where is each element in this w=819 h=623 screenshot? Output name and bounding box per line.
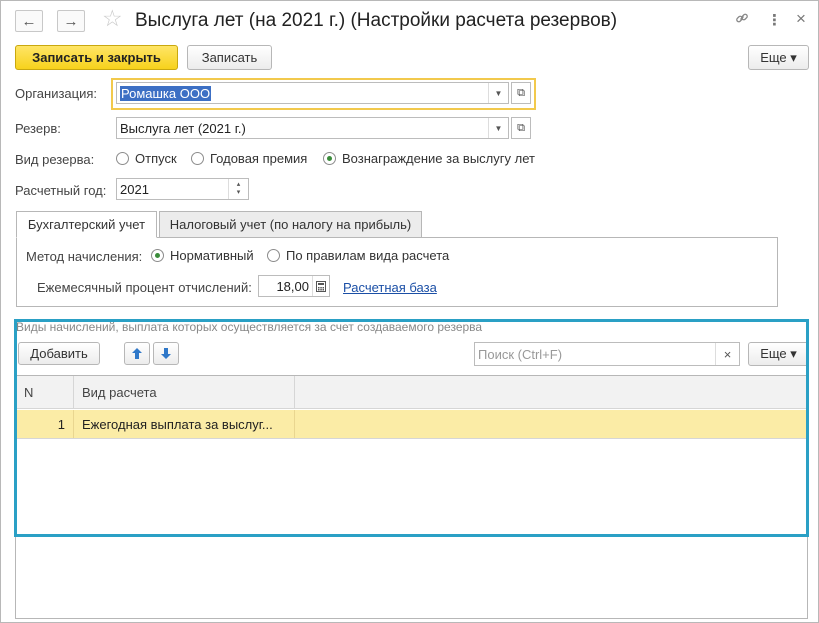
calc-base-link[interactable]: Расчетная база (343, 280, 437, 295)
method-label: Метод начисления: (26, 249, 143, 264)
arrow-left-icon: ← (21, 12, 37, 30)
monthly-percent-value: 18,00 (276, 278, 309, 294)
form-window: ← → ☆ Выслуга лет (на 2021 г.) (Настройк… (0, 0, 819, 623)
calc-year-label: Расчетный год: (15, 183, 107, 198)
radio-selected-icon (323, 152, 336, 165)
reserve-field[interactable]: Выслуга лет (2021 г.) ▼ (116, 117, 509, 139)
chevron-down-icon[interactable]: ▼ (488, 83, 508, 103)
reserve-label: Резерв: (15, 121, 61, 136)
radio-annual-bonus[interactable]: Годовая премия (191, 151, 307, 166)
save-button[interactable]: Записать (187, 45, 272, 70)
calc-year-field[interactable]: 2021 ▴ ▾ (116, 178, 249, 200)
highlight-frame (14, 319, 809, 537)
organization-label: Организация: (15, 86, 98, 101)
tab-tax-accounting[interactable]: Налоговый учет (по налогу на прибыль) (159, 211, 422, 238)
radio-circle-icon (191, 152, 204, 165)
star-icon[interactable]: ☆ (102, 7, 123, 30)
radio-selected-icon (151, 249, 164, 262)
more-button[interactable]: Еще ▾ (748, 45, 809, 70)
year-stepper-icon[interactable]: ▴ ▾ (228, 179, 248, 199)
reserve-value: Выслуга лет (2021 г.) (120, 120, 246, 136)
radio-circle-icon (116, 152, 129, 165)
monthly-percent-field[interactable]: 18,00 (258, 275, 330, 297)
forward-button[interactable]: → (57, 10, 85, 32)
kebab-menu-icon[interactable]: ⋮ (767, 11, 782, 29)
close-icon[interactable]: × (796, 9, 806, 29)
radio-vacation[interactable]: Отпуск (116, 151, 177, 166)
back-button[interactable]: ← (15, 10, 43, 32)
organization-value: Ромашка ООО (120, 85, 212, 101)
page-title: Выслуга лет (на 2021 г.) (Настройки расч… (135, 10, 618, 31)
arrow-right-icon: → (63, 12, 79, 30)
chevron-down-icon[interactable]: ▼ (488, 118, 508, 138)
organization-field[interactable]: Ромашка ООО ▼ (116, 82, 509, 104)
tab-accounting[interactable]: Бухгалтерский учет (16, 211, 157, 238)
radio-seniority-reward[interactable]: Вознаграждение за выслугу лет (323, 151, 535, 166)
radio-normative[interactable]: Нормативный (151, 248, 254, 263)
radio-circle-icon (267, 249, 280, 262)
radio-by-calc-rules[interactable]: По правилам вида расчета (267, 248, 449, 263)
open-organization-icon[interactable]: ⧉ (511, 82, 531, 104)
open-reserve-icon[interactable]: ⧉ (511, 117, 531, 139)
monthly-percent-label: Ежемесячный процент отчислений: (37, 280, 252, 295)
reserve-kind-label: Вид резерва: (15, 152, 95, 167)
calc-year-value: 2021 (120, 181, 149, 197)
save-and-close-button[interactable]: Записать и закрыть (15, 45, 178, 70)
calculator-icon[interactable] (312, 276, 329, 296)
link-icon[interactable] (735, 11, 749, 28)
